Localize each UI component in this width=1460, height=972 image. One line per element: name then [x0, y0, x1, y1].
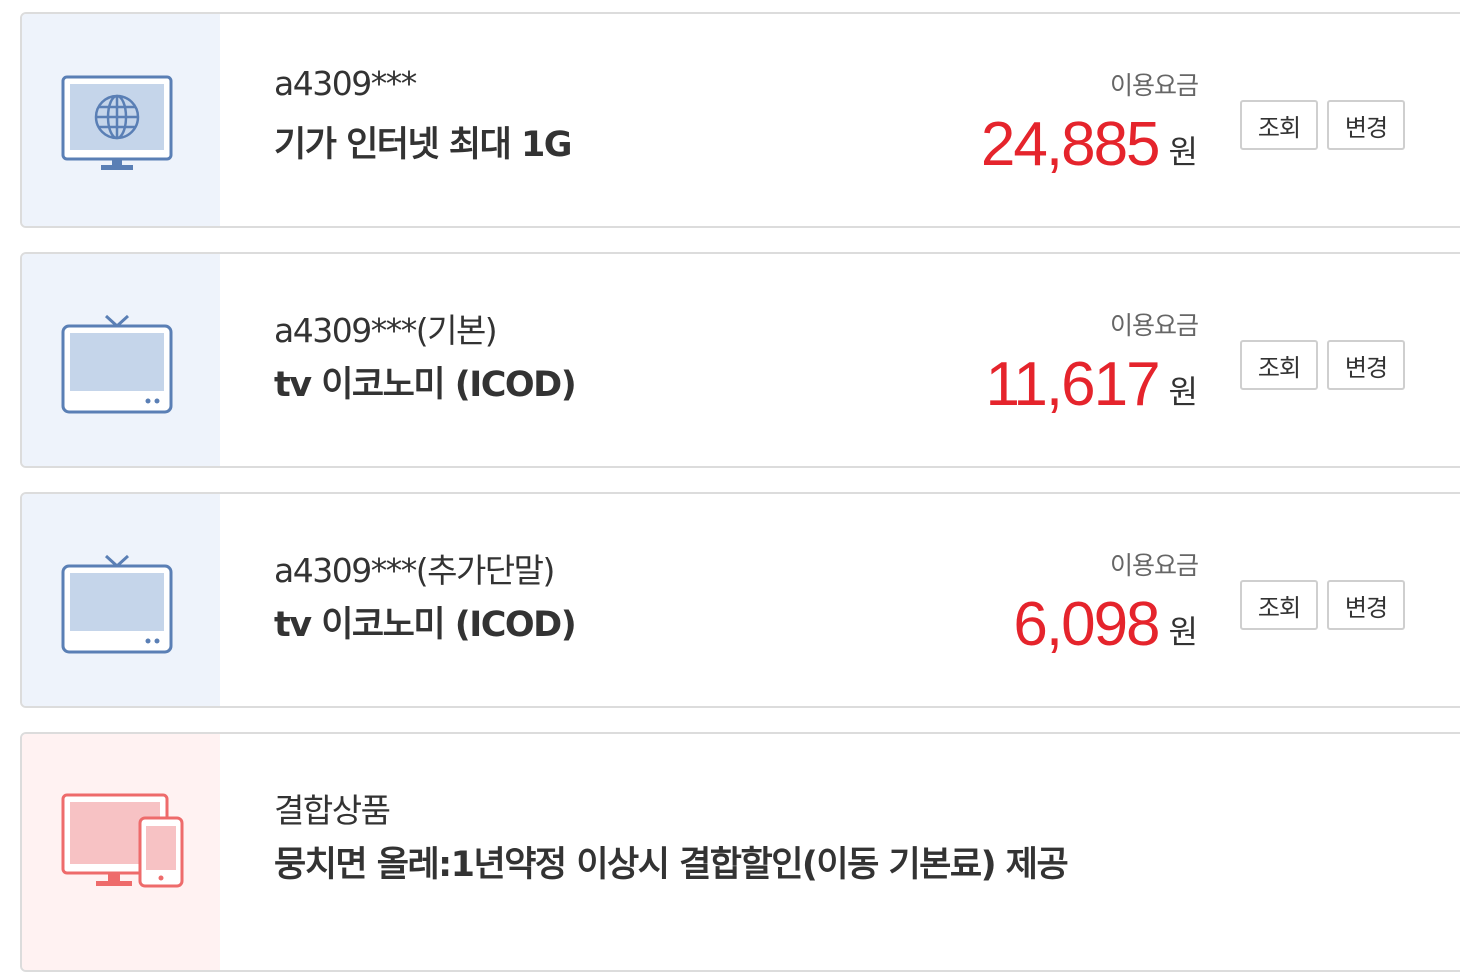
- fee-label: 이용요금: [1109, 311, 1199, 340]
- fee-amount: 24,885: [980, 110, 1161, 179]
- account-id: a4309***(추가단말): [274, 551, 555, 590]
- fee-label: 이용요금: [1109, 551, 1199, 580]
- service-icon-panel: [22, 494, 220, 706]
- fee-value: 6,098 원: [1013, 592, 1198, 658]
- change-button[interactable]: 변경: [1327, 580, 1405, 630]
- devices-icon: [61, 793, 184, 888]
- fee-value: 24,885 원: [981, 112, 1198, 178]
- service-card-internet: a4309*** 기가 인터넷 최대 1G 이용요금 24,885 원 조회 변…: [20, 12, 1460, 228]
- account-id: a4309***: [274, 64, 417, 103]
- view-button[interactable]: 조회: [1240, 340, 1318, 390]
- service-card-tv-additional: a4309***(추가단말) tv 이코노미 (ICOD) 이용요금 6,098…: [20, 492, 1460, 708]
- fee-amount: 11,617: [985, 350, 1161, 419]
- fee-value: 11,617 원: [986, 352, 1198, 418]
- product-name: tv 이코노미 (ICOD): [274, 365, 577, 405]
- bundle-icon-panel: [22, 734, 220, 970]
- bundle-description: 뭉치면 올레:1년약정 이상시 결합할인(이동 기본료) 제공: [274, 845, 1069, 885]
- internet-monitor-icon: [61, 75, 173, 170]
- fee-unit: 원: [1168, 133, 1198, 171]
- account-id: a4309***(기본): [274, 311, 498, 350]
- change-button[interactable]: 변경: [1327, 100, 1405, 150]
- product-name: tv 이코노미 (ICOD): [274, 605, 577, 645]
- service-icon-panel: [22, 254, 220, 466]
- bundle-title: 결합상품: [274, 791, 391, 830]
- fee-amount: 6,098: [1013, 590, 1160, 659]
- product-name: 기가 인터넷 최대 1G: [274, 125, 573, 165]
- fee-unit: 원: [1168, 613, 1198, 651]
- service-icon-panel: [22, 14, 220, 226]
- view-button[interactable]: 조회: [1240, 100, 1318, 150]
- service-card-tv-basic: a4309***(기본) tv 이코노미 (ICOD) 이용요금 11,617 …: [20, 252, 1460, 468]
- view-button[interactable]: 조회: [1240, 580, 1318, 630]
- bundle-product-card: 결합상품 뭉치면 올레:1년약정 이상시 결합할인(이동 기본료) 제공: [20, 732, 1460, 972]
- tv-icon: [61, 554, 173, 654]
- tv-icon: [61, 314, 173, 414]
- fee-label: 이용요금: [1109, 71, 1199, 100]
- fee-unit: 원: [1168, 373, 1198, 411]
- change-button[interactable]: 변경: [1327, 340, 1405, 390]
